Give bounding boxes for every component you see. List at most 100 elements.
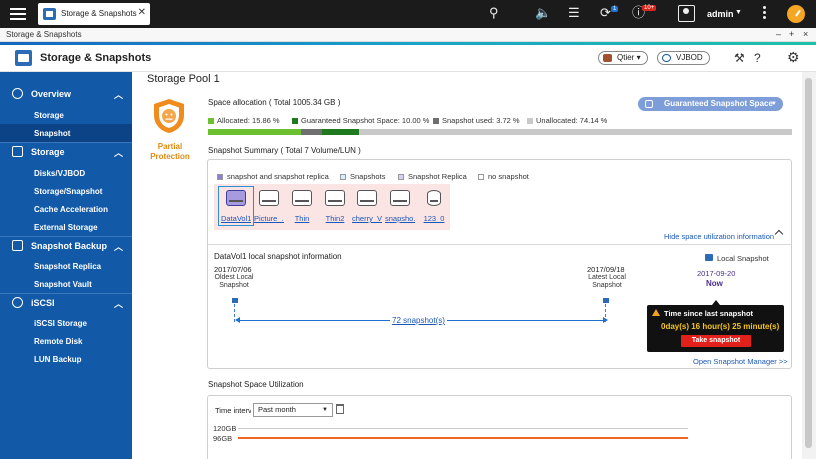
legend-no-snapshot: no snapshot bbox=[478, 172, 529, 181]
volume-item[interactable]: cherry_V... bbox=[352, 190, 382, 223]
chevron-down-icon: ▼ bbox=[322, 407, 328, 413]
volume-name: Picture_... bbox=[254, 214, 284, 223]
chevron-down-icon[interactable]: ▼ bbox=[735, 9, 742, 16]
chevron-up-icon: ︿ bbox=[113, 148, 123, 158]
utilization-line bbox=[238, 437, 688, 439]
legend-snapshot-used: Snapshot used: 3.72 % bbox=[433, 116, 520, 125]
volume-icon[interactable]: 🔈 bbox=[535, 6, 551, 20]
sidebar-item-remote-disk[interactable]: Remote Disk bbox=[0, 332, 132, 350]
background-tasks-icon[interactable]: ☰ bbox=[568, 6, 580, 20]
debug-tools-icon[interactable]: ⚒ bbox=[734, 51, 745, 65]
more-options-icon[interactable] bbox=[763, 6, 767, 21]
protection-status: Partial Protection bbox=[150, 142, 190, 161]
page-title: Storage Pool 1 bbox=[147, 73, 220, 85]
oldest-snapshot-label: Oldest Local Snapshot bbox=[214, 274, 254, 289]
sidebar-item-iscsi-storage[interactable]: iSCSI Storage bbox=[0, 314, 132, 332]
volume-item[interactable]: Picture_... bbox=[254, 190, 284, 223]
vjbod-button[interactable]: VJBOD bbox=[657, 51, 710, 65]
time-interval-label: Time interval bbox=[215, 406, 251, 415]
help-icon[interactable]: ? bbox=[754, 51, 761, 65]
close-window-button[interactable]: × bbox=[803, 29, 808, 39]
user-icon[interactable] bbox=[678, 5, 695, 22]
sidebar-item-vault[interactable]: Snapshot Vault bbox=[0, 275, 132, 293]
volume-name: 123_0 bbox=[423, 214, 445, 223]
volume-item[interactable]: 123_0 bbox=[419, 190, 449, 223]
maximize-button[interactable]: + bbox=[789, 29, 794, 39]
notification-badge: 1 bbox=[611, 6, 619, 12]
legend-snapshot-and-replica: snapshot and snapshot replica bbox=[217, 172, 329, 181]
snapshot-info-title: DataVol1 local snapshot information bbox=[214, 252, 342, 261]
legend-replica: Snapshot Replica bbox=[398, 172, 467, 181]
close-icon[interactable]: ✕ bbox=[138, 7, 146, 18]
legend-allocated: Allocated: 15.86 % bbox=[208, 116, 280, 125]
arrow-right-icon bbox=[603, 317, 608, 323]
open-snapshot-manager-link[interactable]: Open Snapshot Manager >> bbox=[693, 357, 788, 366]
volume-item[interactable]: snapsho... bbox=[385, 190, 415, 223]
hide-utilization-link[interactable]: Hide space utilization information bbox=[664, 232, 774, 241]
shield-icon bbox=[154, 99, 184, 133]
sidebar-group-snapshot-backup[interactable]: Snapshot Backup ︿ bbox=[0, 237, 132, 255]
minimize-button[interactable]: – bbox=[776, 29, 781, 39]
chevron-up-icon: ︿ bbox=[113, 90, 123, 100]
sidebar-item-label: Snapshot Replica bbox=[34, 262, 102, 271]
time-interval-select[interactable]: Past month ▼ bbox=[253, 403, 333, 417]
app-tab-label: Storage & Snapshots bbox=[61, 9, 137, 18]
sidebar-item-cache[interactable]: Cache Acceleration bbox=[0, 200, 132, 218]
disk-icon bbox=[325, 190, 345, 206]
sidebar-item-storage-snapshot[interactable]: Storage/Snapshot bbox=[0, 182, 132, 200]
latest-snapshot-marker[interactable] bbox=[603, 298, 609, 303]
divider bbox=[208, 244, 791, 245]
volume-item[interactable]: DataVol1 bbox=[218, 186, 254, 226]
guaranteed-snapshot-space-button[interactable]: Guaranteed Snapshot Space ▼ bbox=[638, 97, 783, 111]
sidebar-group-storage[interactable]: Storage ︿ bbox=[0, 143, 132, 161]
resource-monitor-icon[interactable] bbox=[787, 5, 805, 23]
volume-item[interactable]: Thin2 bbox=[320, 190, 350, 223]
sidebar-item-external[interactable]: External Storage bbox=[0, 218, 132, 236]
usage-segment-guaranteed bbox=[322, 129, 360, 135]
snapshot-space-utilization-title: Snapshot Space Utilization bbox=[208, 380, 304, 389]
usage-segment-used bbox=[300, 129, 323, 135]
volume-name: Thin2 bbox=[325, 214, 345, 223]
user-name[interactable]: admin bbox=[707, 9, 734, 19]
sidebar-item-label: Disks/VJBOD bbox=[34, 169, 86, 178]
y-axis-label: 96GB bbox=[213, 434, 233, 443]
gear-icon[interactable]: ⚙ bbox=[787, 49, 800, 66]
current-date: 2017-09-20 bbox=[697, 269, 736, 278]
legend-swatch bbox=[433, 118, 439, 124]
sidebar-item-label: Snapshot Vault bbox=[34, 280, 92, 289]
main-menu-icon[interactable] bbox=[9, 5, 27, 23]
oldest-snapshot-marker[interactable] bbox=[232, 298, 238, 303]
external-device-icon[interactable]: ⟳ bbox=[600, 6, 611, 20]
trash-icon[interactable] bbox=[336, 404, 344, 414]
sidebar-group-label: Storage bbox=[31, 147, 65, 157]
volume-name: snapsho... bbox=[385, 214, 415, 223]
sidebar-item-storage[interactable]: Storage bbox=[0, 106, 132, 124]
legend-unallocated: Unallocated: 74.14 % bbox=[527, 116, 607, 125]
y-axis-label: 120GB bbox=[213, 424, 237, 433]
sidebar-group-iscsi[interactable]: iSCSI ︿ bbox=[0, 294, 132, 312]
chevron-up-icon: ︿ bbox=[113, 242, 123, 252]
sidebar-item-replica[interactable]: Snapshot Replica bbox=[0, 257, 132, 275]
space-allocation-title: Space allocation ( Total 1005.34 GB ) bbox=[208, 98, 341, 107]
volume-item[interactable]: Thin bbox=[287, 190, 317, 223]
sidebar-group-overview[interactable]: Overview ︿ bbox=[0, 85, 132, 103]
app-tab-storage-snapshots[interactable]: Storage & Snapshots ✕ bbox=[38, 3, 150, 25]
gss-label: Guaranteed Snapshot Space bbox=[664, 99, 773, 108]
legend-label: Snapshots bbox=[350, 172, 386, 181]
disk-icon bbox=[357, 190, 377, 206]
vjbod-icon bbox=[662, 54, 671, 62]
snapshot-count-link[interactable]: 72 snapshot(s) bbox=[390, 316, 447, 325]
sidebar-item-lun-backup[interactable]: LUN Backup bbox=[0, 350, 132, 368]
qtier-icon bbox=[603, 54, 612, 62]
qtier-button[interactable]: Qtier ▾ bbox=[598, 51, 648, 65]
take-snapshot-button[interactable]: Take snapshot bbox=[681, 335, 751, 347]
tooltip-title: Time since last snapshot bbox=[664, 309, 754, 318]
vjbod-label: VJBOD bbox=[676, 53, 703, 62]
scrollbar-thumb[interactable] bbox=[805, 78, 812, 448]
sidebar-item-snapshot[interactable]: Snapshot bbox=[0, 124, 132, 142]
sidebar-item-label: Snapshot bbox=[34, 129, 71, 138]
snapshot-summary-title: Snapshot Summary ( Total 7 Volume/LUN ) bbox=[208, 146, 361, 155]
qtier-label: Qtier bbox=[617, 53, 635, 62]
sidebar-item-disks[interactable]: Disks/VJBOD bbox=[0, 164, 132, 182]
search-icon[interactable]: ⚲ bbox=[489, 6, 499, 20]
